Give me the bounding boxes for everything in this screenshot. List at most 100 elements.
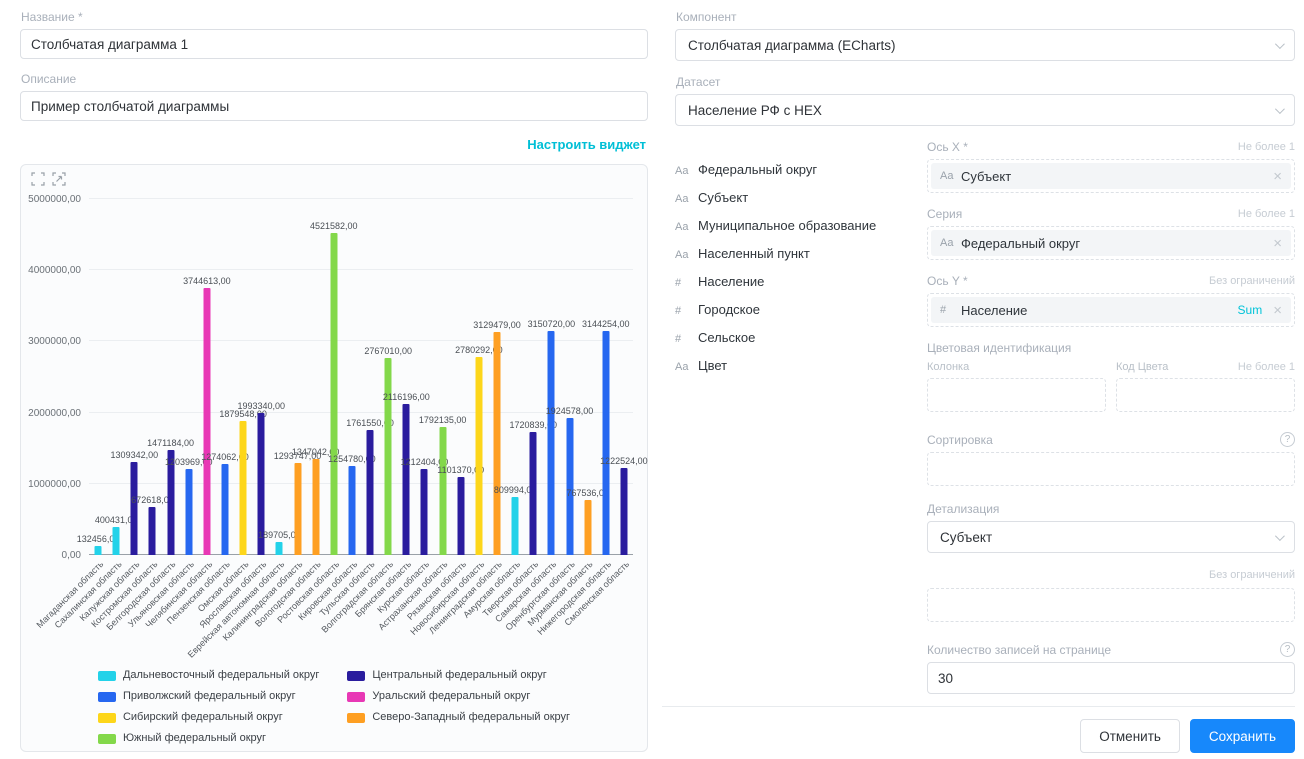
bar[interactable] [276,542,283,556]
page-size-input[interactable] [927,662,1295,694]
bar[interactable] [620,468,627,555]
legend-swatch-icon [98,671,116,681]
bar[interactable] [113,527,120,556]
bar[interactable] [185,469,192,555]
legend-item[interactable]: Приволжский федеральный округ [98,690,319,703]
y-axis-dropzone[interactable]: # Население Sum × [927,293,1295,327]
field-name: Население [698,274,764,289]
legend-item[interactable]: Центральный федеральный округ [347,669,570,682]
field-type-icon: # [675,305,689,317]
bar[interactable] [95,546,102,555]
component-select[interactable]: Столбчатая диаграмма (ECharts) [675,29,1295,61]
field-name: Городское [698,302,760,317]
bar[interactable] [457,477,464,555]
dataset-select[interactable]: Население РФ с HEX [675,94,1295,126]
legend-item[interactable]: Южный федеральный округ [98,732,319,745]
bar[interactable] [240,421,247,555]
bar-slot: 672618,00Костромская область [143,199,161,555]
zoom-reset-icon[interactable] [52,172,66,186]
field-name: Цвет [698,358,727,373]
bar[interactable] [221,464,228,555]
configure-widget-link[interactable]: Настроить виджет [527,137,646,152]
bar[interactable] [512,497,519,555]
bar-slot: 132456,00Магаданская область [89,199,107,555]
bar[interactable] [475,357,482,555]
y-axis-chip[interactable]: # Население Sum × [931,297,1291,323]
bar-slot: 400431,00Сахалинская область [107,199,125,555]
x-axis-chip[interactable]: Aa Субъект × [931,163,1291,189]
legend-item[interactable]: Уральский федеральный округ [347,690,570,703]
dataset-field-item[interactable]: #Сельское [675,330,927,345]
name-input[interactable] [20,29,648,59]
color-identification-group: Цветовая идентификация Колонка Код Цвета… [927,341,1295,412]
bar-slot: 809994,00Амурская область [506,199,524,555]
color-identification-limit: Не более 1 [1238,361,1295,373]
bar[interactable] [203,288,210,555]
y-axis-limit: Без ограничений [1209,275,1295,287]
field-name: Муниципальное образование [698,218,876,233]
bar[interactable] [348,466,355,555]
dataset-field-item[interactable]: AaМуниципальное образование [675,218,927,233]
dataset-field-item[interactable]: # Городское [675,302,927,317]
dataset-field-item[interactable]: AaНаселенный пункт [675,246,927,261]
bar[interactable] [421,469,428,555]
bar[interactable] [330,233,337,555]
description-input[interactable] [20,91,648,121]
bar-value-label: 1222524,00 [600,456,648,466]
bar[interactable] [439,427,446,555]
dataset-fields-list: AaФедеральный округ AaСубъект AaМуниципаль… [675,140,927,725]
legend-item[interactable]: Сибирский федеральный округ [98,711,319,724]
color-column-dropzone[interactable] [927,378,1106,412]
bar-slot: 2116196,00Брянская область [397,199,415,555]
bar[interactable] [530,432,537,555]
color-code-dropzone[interactable] [1116,378,1295,412]
bar[interactable] [131,462,138,555]
bar[interactable] [294,463,301,555]
field-name: Сельское [698,330,755,345]
sorting-label: Сортировка [927,433,993,447]
legend-swatch-icon [347,671,365,681]
bar[interactable] [312,459,319,555]
bar[interactable] [493,332,500,555]
help-icon[interactable]: ? [1280,432,1295,447]
save-button[interactable]: Сохранить [1190,719,1295,753]
field-type-icon: # [675,277,689,289]
legend-item[interactable]: Северо-Западный федеральный округ [347,711,570,724]
dataset-field-item[interactable]: AaЦвет [675,358,927,373]
chevron-down-icon [1275,104,1285,114]
help-icon[interactable]: ? [1280,642,1295,657]
bar[interactable] [584,500,591,555]
bar[interactable] [367,430,374,555]
bar-slot: 3150720,00Самарская область [542,199,560,555]
bindings-config: Ось X * Не более 1 Aa Субъект × [927,140,1295,725]
x-axis-dropzone[interactable]: Aa Субъект × [927,159,1295,193]
remove-chip-icon[interactable]: × [1273,169,1282,184]
zoom-select-icon[interactable] [31,172,45,186]
detail-select[interactable]: Субъект [927,521,1295,553]
legend-swatch-icon [347,692,365,702]
field-type-icon: Aa [940,237,954,249]
sorting-dropzone[interactable] [927,452,1295,486]
detail-dropzone[interactable] [927,588,1295,622]
cancel-button[interactable]: Отменить [1080,719,1180,753]
legend-item[interactable]: Дальневосточный федеральный округ [98,669,319,682]
dataset-field-item[interactable]: AaФедеральный округ [675,162,927,177]
bar[interactable] [566,418,573,555]
bar[interactable] [602,331,609,555]
legend-label: Приволжский федеральный округ [123,690,296,703]
y-axis-group: Ось Y * Без ограничений # Население Sum … [927,274,1295,327]
series-chip[interactable]: Aa Федеральный округ × [931,230,1291,256]
aggregation-tag[interactable]: Sum [1238,303,1263,317]
bar[interactable] [548,331,555,555]
bar[interactable] [403,404,410,555]
dataset-field-item[interactable]: AaСубъект [675,190,927,205]
dataset-field-item[interactable]: # Население [675,274,927,289]
series-dropzone[interactable]: Aa Федеральный округ × [927,226,1295,260]
bar[interactable] [149,507,156,555]
detail-label: Детализация [927,502,1295,516]
bar[interactable] [385,358,392,555]
y-axis-tick-label: 1000000,00 [28,479,81,490]
legend-label: Уральский федеральный округ [372,690,530,703]
remove-chip-icon[interactable]: × [1273,236,1282,251]
remove-chip-icon[interactable]: × [1273,303,1282,318]
